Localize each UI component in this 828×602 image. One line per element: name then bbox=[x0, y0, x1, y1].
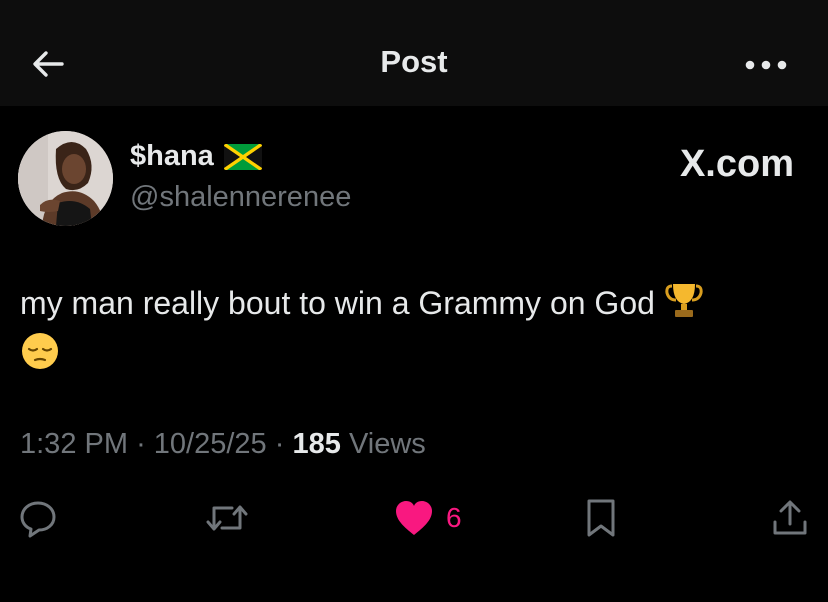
meta-separator: · bbox=[274, 428, 285, 460]
repost-button[interactable] bbox=[204, 496, 250, 540]
like-count: 6 bbox=[446, 502, 462, 533]
site-label: X.com bbox=[679, 143, 794, 185]
trophy-icon bbox=[664, 280, 704, 331]
avatar[interactable] bbox=[18, 131, 113, 226]
page-title: Post bbox=[380, 44, 448, 79]
more-button[interactable] bbox=[744, 58, 788, 70]
more-horizontal-icon bbox=[745, 60, 787, 70]
post-text-content: my man really bout to win a Grammy on Go… bbox=[20, 284, 655, 321]
post-meta: 1:32 PM · 10/25/25 · 185 Views bbox=[20, 428, 426, 461]
post-text: my man really bout to win a Grammy on Go… bbox=[20, 280, 810, 382]
post-time[interactable]: 1:32 PM bbox=[20, 428, 128, 460]
views-label: Views bbox=[348, 428, 426, 460]
share-button[interactable] bbox=[770, 496, 810, 540]
meta-separator: · bbox=[136, 428, 146, 460]
like-button[interactable]: 6 bbox=[394, 496, 462, 540]
views-count: 185 bbox=[292, 428, 341, 460]
pensive-face-icon bbox=[20, 331, 60, 382]
heart-icon bbox=[396, 501, 432, 535]
repost-icon bbox=[206, 505, 248, 531]
share-icon bbox=[773, 500, 807, 535]
reply-icon bbox=[20, 501, 56, 538]
reply-button[interactable] bbox=[18, 496, 58, 540]
avatar-image bbox=[18, 131, 113, 226]
action-bar: 6 bbox=[0, 496, 828, 540]
author-handle[interactable]: @shalennerenee bbox=[130, 181, 351, 214]
bookmark-button[interactable] bbox=[584, 496, 618, 540]
display-name[interactable]: $hana bbox=[130, 140, 214, 173]
post-date[interactable]: 10/25/25 bbox=[154, 428, 267, 460]
author-name-row: $hana bbox=[130, 140, 262, 173]
bookmark-icon bbox=[587, 499, 615, 537]
jamaica-flag-icon bbox=[223, 143, 262, 170]
top-bar: Post bbox=[0, 0, 828, 106]
